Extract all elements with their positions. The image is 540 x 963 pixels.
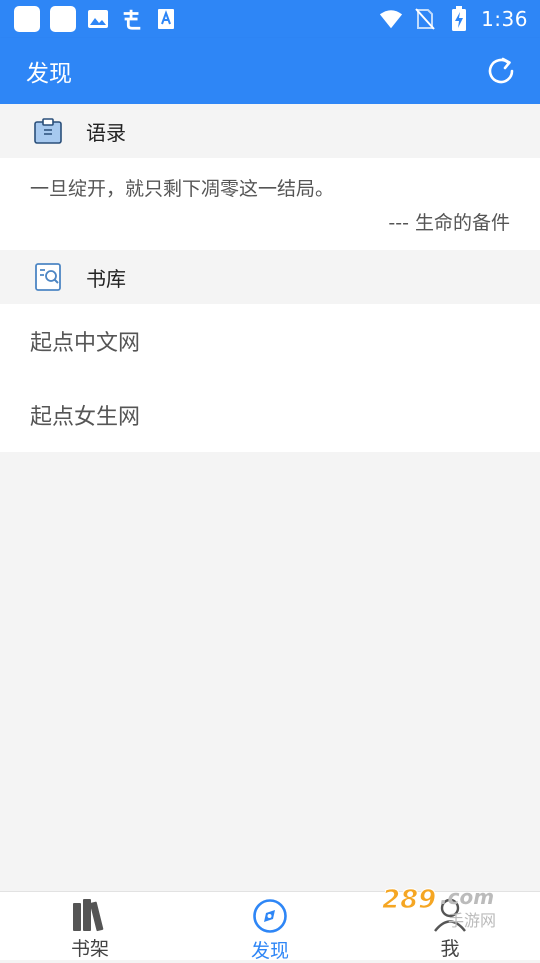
nav-item-discover[interactable]: 发现 xyxy=(180,892,360,962)
nav-label-me: 我 xyxy=(440,938,460,960)
library-item-qidian[interactable]: 起点中文网 xyxy=(0,304,540,378)
refresh-button[interactable] xyxy=(484,54,518,88)
chinese-input-icon xyxy=(120,7,144,31)
quotes-section-title: 语录 xyxy=(86,120,126,145)
library-section-header: 书库 xyxy=(0,250,540,304)
battery-charging-icon xyxy=(447,6,471,31)
refresh-icon xyxy=(488,57,514,84)
quote-source: --- 生命的备件 xyxy=(388,212,510,234)
library-item-qidian-female[interactable]: 起点女生网 xyxy=(0,378,540,452)
nav-item-me[interactable]: 我 xyxy=(360,892,540,960)
app-square-icon xyxy=(50,6,76,32)
top-app-bar: 发现 xyxy=(0,38,540,104)
quote-card[interactable]: 一旦绽开，就只剩下凋零这一结局。 --- 生命的备件 xyxy=(0,158,540,250)
quotes-section-header: 语录 xyxy=(0,104,540,158)
app-square-icon xyxy=(14,6,40,32)
bottom-nav: 书架 发现 我 xyxy=(0,891,540,962)
nav-label-discover: 发现 xyxy=(250,940,289,962)
status-bar-left xyxy=(14,6,178,32)
page-title: 发现 xyxy=(26,61,72,87)
library-section-title: 书库 xyxy=(86,266,126,291)
font-icon xyxy=(154,7,178,31)
bookshelf-icon xyxy=(70,898,110,932)
image-icon xyxy=(86,7,110,31)
book-search-icon xyxy=(32,261,64,293)
status-bar-right: 1:36 xyxy=(379,6,528,31)
library-list: 起点中文网 起点女生网 xyxy=(0,304,540,452)
compass-icon xyxy=(250,898,290,934)
clipboard-icon xyxy=(32,115,64,147)
wifi-icon xyxy=(379,7,403,31)
no-sim-icon xyxy=(413,7,437,31)
status-bar: 1:36 xyxy=(0,0,540,38)
nav-item-bookshelf[interactable]: 书架 xyxy=(0,892,180,960)
status-time: 1:36 xyxy=(481,7,528,31)
quote-text: 一旦绽开，就只剩下凋零这一结局。 xyxy=(30,178,335,200)
person-icon xyxy=(430,898,470,932)
nav-label-bookshelf: 书架 xyxy=(70,938,109,960)
